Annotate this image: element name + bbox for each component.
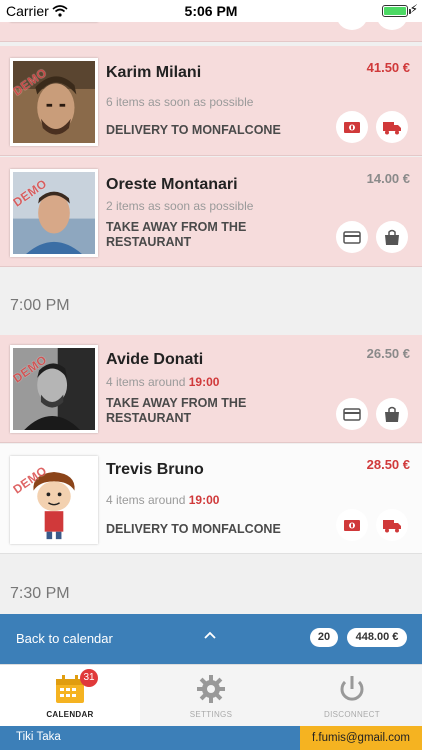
gear-icon	[197, 675, 225, 703]
cash-icon[interactable]	[336, 509, 368, 541]
customer-name: Oreste Montanari	[106, 176, 238, 193]
charging-icon: ⚡	[409, 2, 418, 16]
tab-disconnect[interactable]: DISCONNECT	[282, 665, 422, 726]
restaurant-name: Tiki Taka	[16, 731, 61, 743]
order-type-label: DELIVERY TO MONFALCONE	[106, 522, 281, 536]
tab-label: CALENDAR	[46, 710, 94, 719]
tab-bar: 31 CALENDAR SETTINGS DISCONNECT	[0, 664, 422, 726]
time-slot-header: 7:30 PM	[10, 585, 70, 602]
order-detail: 6 items as soon as possible	[106, 95, 254, 109]
truck-icon[interactable]	[376, 509, 408, 541]
customer-avatar: DEMO	[10, 345, 98, 433]
order-time: 19:00	[188, 375, 220, 389]
customer-name: Karim Milani	[106, 64, 202, 81]
order-card[interactable]: DEMO Avide Donati 26.50 € 4 items around…	[0, 335, 422, 443]
truck-icon[interactable]	[376, 111, 408, 143]
footer-bar: Tiki Taka f.fumis@gmail.com	[0, 726, 422, 750]
notification-badge: 31	[80, 669, 98, 687]
tab-label: SETTINGS	[189, 710, 233, 719]
order-type-label: TAKE AWAY FROM THE RESTAURANT	[106, 220, 326, 250]
credit-card-icon[interactable]	[336, 221, 368, 253]
order-detail-prefix: 4 items around	[106, 493, 186, 507]
tab-settings[interactable]: SETTINGS	[141, 665, 281, 726]
order-type-line: TAKE AWAY FROM THE	[106, 396, 247, 410]
shopping-bag-icon[interactable]	[376, 221, 408, 253]
customer-name: Trevis Bruno	[106, 461, 204, 478]
order-type-line: TAKE AWAY FROM THE	[106, 220, 247, 234]
order-detail: 4 items around 19:00	[106, 493, 219, 507]
order-count-badge: 20	[310, 628, 338, 647]
order-type-label: DELIVERY TO MONFALCONE	[106, 123, 281, 137]
order-card[interactable]: DEMO Oreste Montanari 14.00 € 2 items as…	[0, 157, 422, 267]
order-type-label: TAKE AWAY FROM THE RESTAURANT	[106, 396, 326, 426]
tab-label: DISCONNECT	[324, 710, 380, 719]
order-card[interactable]: DEMO Karim Milani 41.50 € 6 items as soo…	[0, 46, 422, 156]
order-price: 41.50 €	[366, 60, 410, 75]
user-email[interactable]: f.fumis@gmail.com	[300, 726, 422, 750]
tab-calendar[interactable]: 31 CALENDAR	[0, 665, 140, 726]
summary-bar[interactable]: Back to calendar 20 448.00 €	[0, 614, 422, 664]
order-type-line: RESTAURANT	[106, 235, 192, 249]
status-bar: Carrier 5:06 PM ⚡	[0, 0, 422, 22]
power-icon	[340, 676, 364, 701]
credit-card-icon[interactable]	[336, 398, 368, 430]
order-price: 26.50 €	[366, 346, 410, 361]
order-detail-prefix: 4 items around	[106, 375, 186, 389]
order-price: 14.00 €	[366, 171, 410, 186]
back-to-calendar-button[interactable]: Back to calendar	[16, 631, 113, 646]
order-detail: 2 items as soon as possible	[106, 199, 254, 213]
order-time: 19:00	[188, 493, 220, 507]
time-slot-header: 7:00 PM	[10, 297, 70, 314]
shopping-bag-icon[interactable]	[376, 398, 408, 430]
status-time: 5:06 PM	[184, 3, 238, 19]
order-type-line: RESTAURANT	[106, 411, 192, 425]
orders-list[interactable]: RESTAURANT DEMO Karim Milani 41.50 € 6 i…	[0, 0, 422, 614]
order-card[interactable]: DEMO Trevis Bruno 28.50 € 4 items around…	[0, 444, 422, 554]
customer-avatar: DEMO	[10, 169, 98, 257]
cash-icon[interactable]	[336, 111, 368, 143]
chevron-up-icon[interactable]	[203, 628, 217, 642]
order-total-badge: 448.00 €	[347, 628, 407, 647]
customer-avatar: DEMO	[10, 456, 98, 544]
customer-avatar: DEMO	[10, 58, 98, 146]
battery-icon	[382, 5, 411, 17]
order-detail: 4 items around 19:00	[106, 375, 219, 389]
order-price: 28.50 €	[366, 457, 410, 472]
customer-name: Avide Donati	[106, 351, 204, 368]
